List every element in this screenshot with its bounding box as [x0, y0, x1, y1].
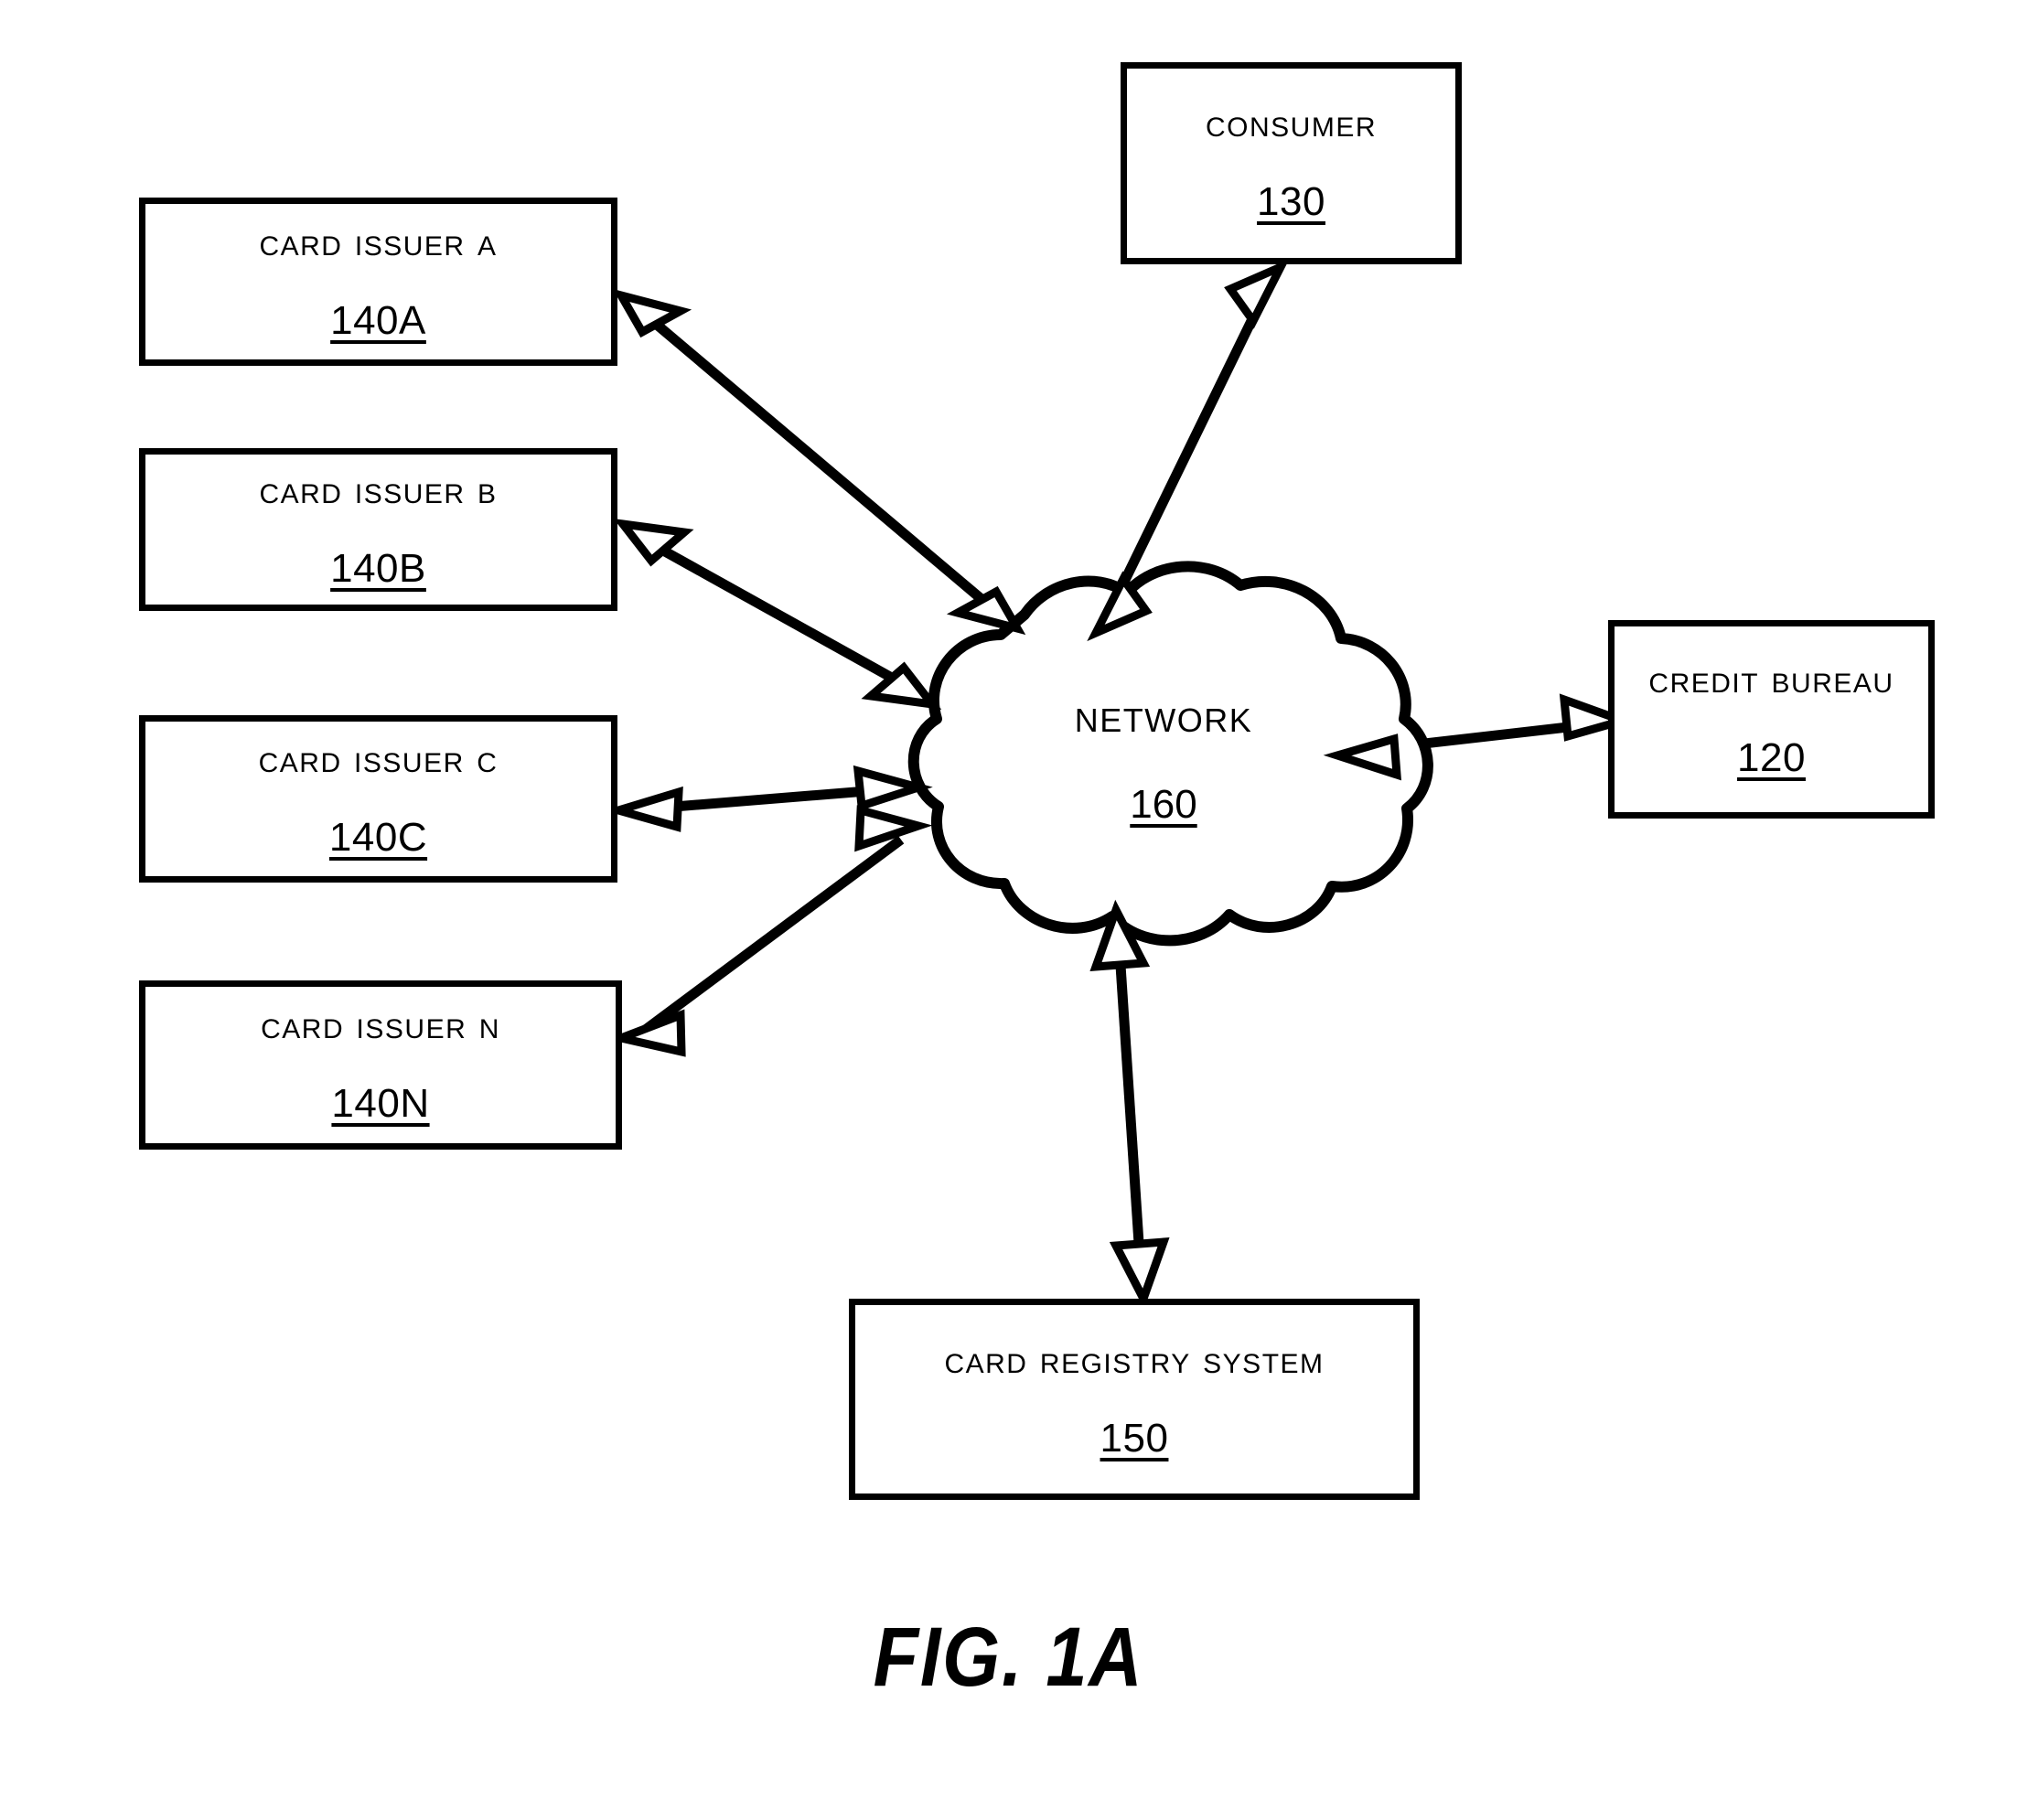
card-issuer-n-title: Card Issuer N: [261, 1003, 500, 1047]
card-registry-system-title: Card Registry System: [944, 1337, 1325, 1382]
card-issuer-b-reference-number: 140B: [330, 545, 426, 591]
card-issuer-n-reference-number: 140N: [331, 1081, 430, 1126]
connector-card-registry-system: [1112, 923, 1147, 1286]
arrowhead-card-issuer-c-box: [603, 786, 683, 832]
card-issuer-c-title: Card Issuer C: [258, 737, 499, 781]
node-consumer[interactable]: Consumer 130: [1121, 62, 1462, 264]
card-issuer-b-title: Card Issuer B: [259, 467, 498, 512]
node-credit-bureau[interactable]: Credit Bureau 120: [1608, 620, 1935, 819]
card-issuer-a-reference-number: 140A: [330, 297, 426, 343]
figure-1a-diagram: NETWORK 160 Card Issuer A 140A Card Issu…: [0, 0, 2017, 1820]
card-issuer-c-reference-number: 140C: [328, 815, 428, 860]
connector-card-issuer-n: [637, 835, 905, 1038]
figure-caption: FIG. 1A: [873, 1611, 1144, 1704]
node-card-issuer-a[interactable]: Card Issuer A 140A: [139, 198, 617, 366]
arrowhead-card-issuer-a-box: [612, 288, 692, 338]
arrowhead-card-issuer-c-cloud: [853, 765, 933, 811]
credit-bureau-title: Credit Bureau: [1648, 658, 1894, 701]
card-issuer-a-title: Card Issuer A: [259, 219, 498, 264]
card-registry-system-reference-number: 150: [1100, 1415, 1169, 1461]
arrowhead-consumer-box: [1224, 258, 1290, 329]
consumer-reference-number: 130: [1257, 179, 1325, 224]
arrowhead-card-issuer-n-cloud: [854, 805, 933, 852]
node-card-issuer-n[interactable]: Card Issuer N 140N: [139, 980, 622, 1150]
connector-card-issuer-b: [638, 533, 917, 695]
arrowhead-card-registry-box: [1109, 1237, 1170, 1310]
node-card-issuer-b[interactable]: Card Issuer B 140B: [139, 448, 617, 611]
arrowhead-card-issuer-a-cloud: [946, 585, 1026, 636]
consumer-title: Consumer: [1205, 102, 1377, 145]
node-card-issuer-c[interactable]: Card Issuer C 140C: [139, 715, 617, 883]
node-card-registry-system[interactable]: Card Registry System 150: [849, 1299, 1420, 1500]
credit-bureau-reference-number: 120: [1737, 735, 1806, 780]
